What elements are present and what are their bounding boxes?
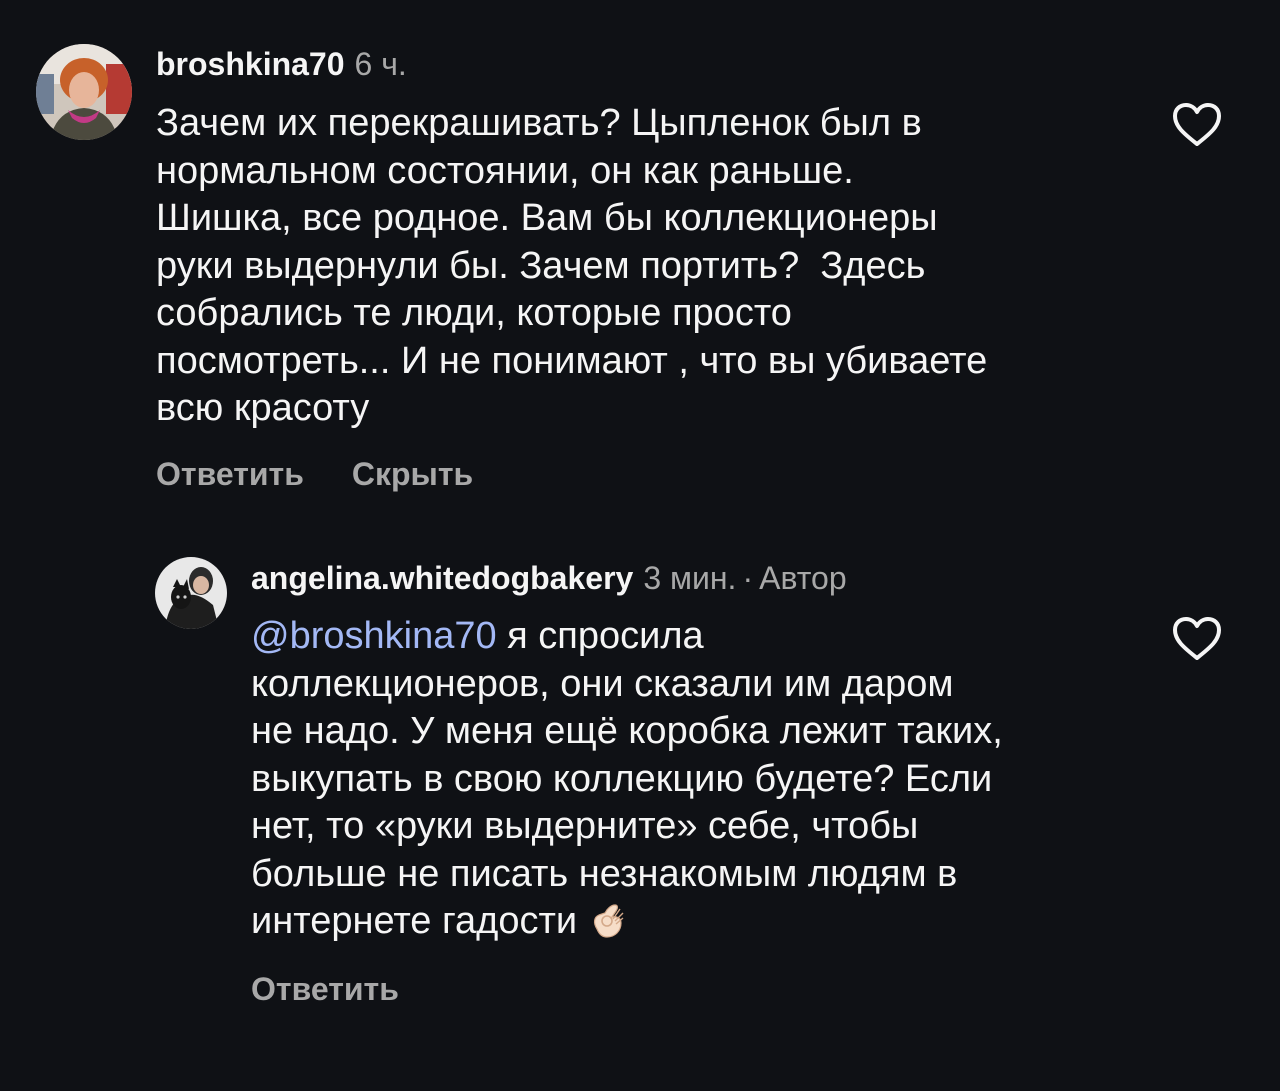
avatar-image <box>36 44 132 140</box>
comments-thread: broshkina70 6 ч. Зачем их перекрашивать? … <box>0 0 1280 1091</box>
heart-outline-icon[interactable] <box>1171 102 1223 148</box>
username[interactable]: angelina.whitedogbakery <box>251 560 633 596</box>
hide-button[interactable]: Скрыть <box>352 456 473 492</box>
heart-outline-icon[interactable] <box>1171 616 1223 662</box>
comment-text: Зачем их перекрашивать? Цыпленок был в н… <box>156 102 988 429</box>
author-badge: Автор <box>759 560 847 596</box>
mention-link[interactable]: @broshkina70 <box>251 615 497 657</box>
avatar-image <box>155 557 227 629</box>
reply-comment: angelina.whitedogbakery 3 мин. · Автор @bro… <box>0 540 1280 1060</box>
comment-actions: Ответить Скрыть <box>156 456 473 493</box>
username[interactable]: broshkina70 <box>156 46 345 82</box>
reply-button[interactable]: Ответить <box>251 971 399 1007</box>
comment-header: broshkina70 6 ч. <box>156 44 407 84</box>
timestamp: 6 ч. <box>354 46 407 82</box>
comment: broshkina70 6 ч. Зачем их перекрашивать? … <box>0 0 1280 520</box>
ok-hand-emoji-icon <box>587 899 629 941</box>
comment-actions: Ответить <box>251 971 399 1008</box>
reply-button[interactable]: Ответить <box>156 456 304 492</box>
comment-text-content: я спросила коллекционеров, они сказали и… <box>251 615 1003 942</box>
comment-header: angelina.whitedogbakery 3 мин. · Автор <box>251 558 847 598</box>
separator: · <box>742 560 754 596</box>
avatar[interactable] <box>155 557 227 629</box>
timestamp: 3 мин. <box>643 560 737 596</box>
avatar[interactable] <box>36 44 132 140</box>
comment-text: @broshkina70 я спросила коллекционеров, … <box>251 613 1131 946</box>
